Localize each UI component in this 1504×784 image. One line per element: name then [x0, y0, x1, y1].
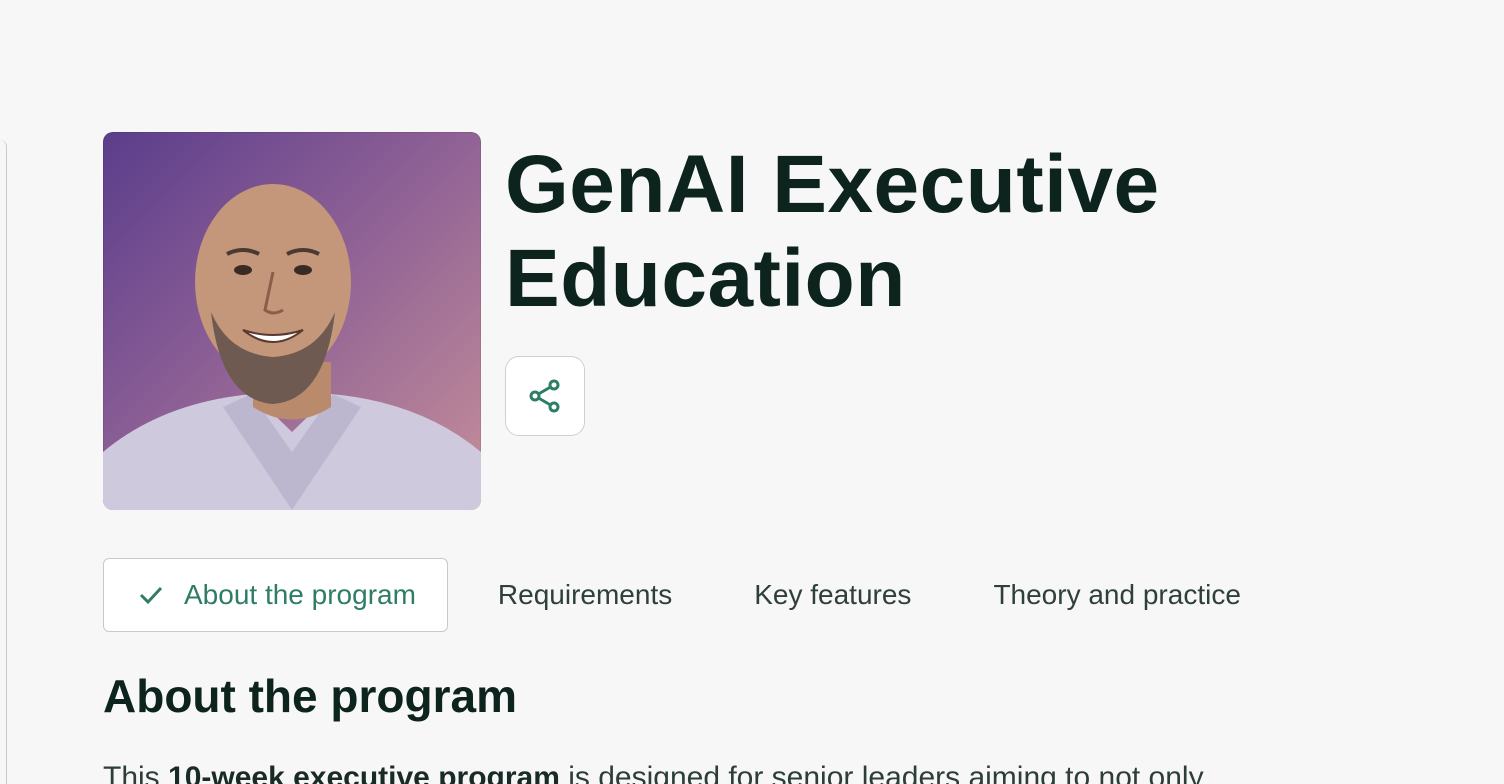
- tab-key-features[interactable]: Key features: [754, 559, 911, 631]
- instructor-photo: [103, 132, 481, 510]
- tab-requirements[interactable]: Requirements: [498, 559, 672, 631]
- tab-label: Theory and practice: [993, 579, 1241, 610]
- tab-label: Key features: [754, 579, 912, 610]
- tab-label: Requirements: [497, 579, 673, 610]
- intro-text-end: is designed for senior leaders aiming to…: [559, 761, 1204, 784]
- section-heading: About the program: [103, 670, 517, 722]
- page: GenAI Executive Education About the prog…: [0, 0, 1504, 784]
- section-tabs: About the program Requirements Key featu…: [103, 558, 1323, 632]
- tab-theory-and-practice[interactable]: Theory and practice: [993, 559, 1240, 631]
- page-title: GenAI Executive Education: [505, 139, 1160, 324]
- left-panel-edge: [0, 140, 7, 784]
- check-icon: [138, 584, 164, 606]
- section-intro-text: This 10-week executive program is design…: [103, 756, 1403, 784]
- share-button[interactable]: [505, 356, 585, 436]
- tab-about-the-program[interactable]: About the program: [103, 558, 448, 632]
- intro-text-start: This: [103, 761, 169, 784]
- program-duration-highlight: 10-week executive program: [168, 761, 560, 784]
- tab-label: About the program: [184, 579, 416, 610]
- portrait-illustration: [103, 184, 481, 510]
- share-icon: [529, 379, 560, 413]
